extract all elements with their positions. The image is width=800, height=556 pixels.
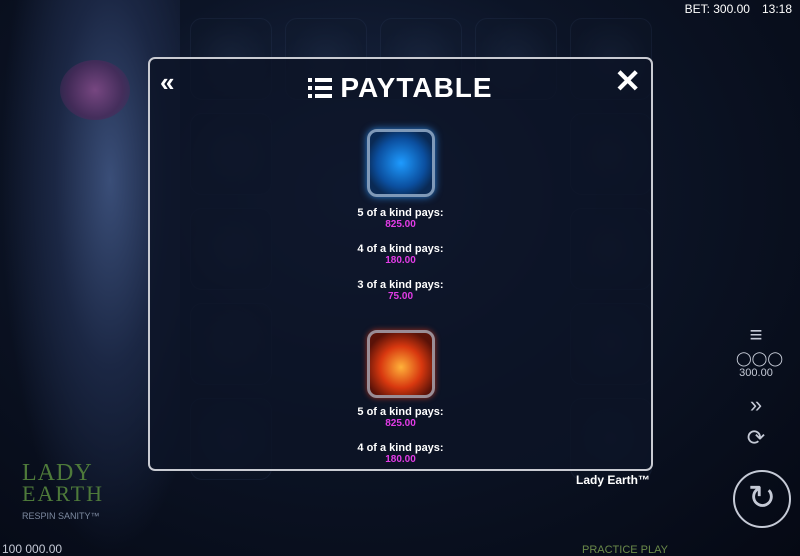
- top-bar: BET: 300.00 13:18: [681, 0, 796, 18]
- symbol-fire: 5 of a kind pays: 825.00 4 of a kind pay…: [150, 330, 651, 466]
- mode-label: PRACTICE PLAY: [582, 544, 668, 556]
- logo-line3: RESPIN SANITY™: [22, 511, 100, 521]
- rose-decoration: [60, 60, 130, 120]
- paytable-header: PAYTABLE: [150, 72, 651, 104]
- pay-label: 5 of a kind pays:: [357, 207, 444, 219]
- logo-line2: EARTH: [22, 481, 105, 506]
- pay-label: 5 of a kind pays:: [357, 406, 444, 418]
- clock: 13:18: [761, 2, 792, 16]
- pay-label: 4 of a kind pays:: [357, 243, 444, 255]
- turbo-icon[interactable]: »: [736, 392, 776, 418]
- pay-value: 825.00: [385, 418, 416, 429]
- pay-value: 180.00: [385, 454, 416, 465]
- menu-icon[interactable]: ≡: [736, 322, 776, 348]
- balance: 100 000.00: [2, 542, 63, 556]
- list-icon: [308, 78, 333, 98]
- pay-label: 4 of a kind pays:: [357, 442, 444, 454]
- spin-button[interactable]: ↻: [733, 470, 791, 528]
- bet-label: BET: 300.00: [684, 2, 750, 16]
- coins-icon: ◯◯◯: [736, 350, 784, 366]
- autoplay-icon[interactable]: ⟳: [736, 425, 776, 451]
- pay-label: 3 of a kind pays:: [357, 279, 444, 291]
- paytable-panel: « ✕ PAYTABLE 5 of a kind pays: 825.00 4 …: [148, 57, 653, 471]
- paytable-title: PAYTABLE: [340, 72, 493, 103]
- game-name: Lady Earth™: [575, 473, 650, 487]
- pay-value: 75.00: [387, 291, 414, 302]
- pay-value: 825.00: [385, 219, 416, 230]
- bet-value: 300.00: [739, 367, 773, 379]
- spin-icon: ↻: [747, 479, 777, 517]
- bet-control[interactable]: ◯◯◯ 300.00: [736, 350, 784, 379]
- water-spiral-icon: [366, 129, 435, 197]
- pay-value: 180.00: [385, 255, 416, 266]
- symbol-water: 5 of a kind pays: 825.00 4 of a kind pay…: [150, 129, 651, 303]
- fire-spiral-icon: [366, 330, 435, 398]
